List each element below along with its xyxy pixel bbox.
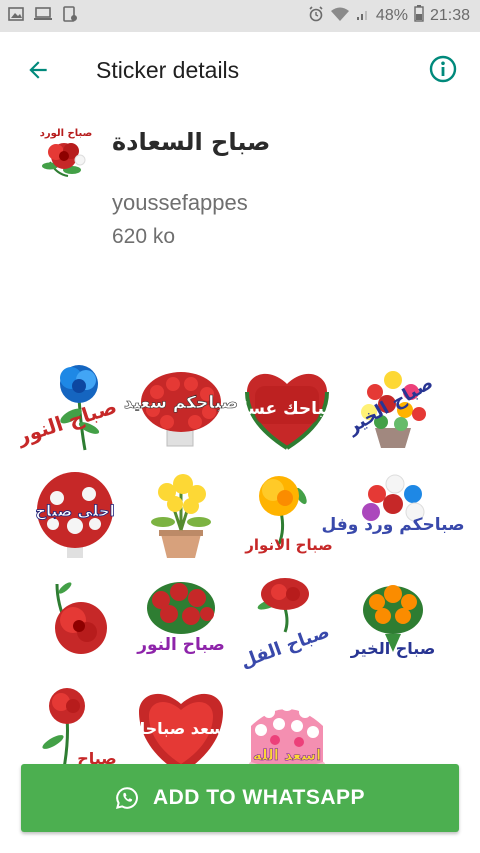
system-icons: 48% 21:38 xyxy=(308,5,470,27)
sticker-caption: صباحكم سعيد xyxy=(124,393,238,413)
pack-publisher: youssefappes xyxy=(112,190,248,215)
page-title: Sticker details xyxy=(96,57,240,83)
whatsapp-icon xyxy=(115,787,138,809)
sticker-caption: يسعد صباحك xyxy=(131,719,232,738)
sticker-item[interactable]: صباحكم سعيد xyxy=(124,352,238,460)
sticker-caption: صباح الخير xyxy=(350,639,436,658)
add-to-whatsapp-button[interactable]: ADD TO WHATSAPP xyxy=(21,764,459,832)
pack-size: 620 ko xyxy=(112,225,176,248)
sticker-caption: احلى صباح xyxy=(35,502,115,520)
arrow-back-icon xyxy=(29,61,47,79)
sticker-item[interactable]: صباح النور xyxy=(128,568,234,676)
image-icon xyxy=(8,6,24,26)
sticker-caption: صباح النور xyxy=(136,635,225,655)
signal-icon xyxy=(356,7,370,26)
wifi-icon xyxy=(330,6,350,27)
sticker-item[interactable]: صباح الخير xyxy=(340,568,446,676)
sticker-details-screen: 48% 21:38 Sticker details صباح الورد صبا… xyxy=(0,0,480,853)
alarm-icon xyxy=(308,5,324,27)
sticker-item[interactable]: صباح الخير xyxy=(340,352,446,460)
sticker-caption: صباحك عسل xyxy=(233,399,341,419)
sticker-item[interactable]: صباح الانوار xyxy=(234,460,340,568)
add-to-whatsapp-label: ADD TO WHATSAPP xyxy=(152,786,366,809)
sticker-grid: صباح النور صباحكم سعيد صباحك عسل صباح ال… xyxy=(13,352,465,784)
sticker-caption: صباحكم ورد وفل xyxy=(321,515,464,535)
back-button[interactable] xyxy=(22,54,54,86)
clock-time: 21:38 xyxy=(429,7,470,24)
rose-icon xyxy=(42,143,86,177)
pack-tray-image: صباح الورد xyxy=(36,122,96,182)
sticker-caption: صباح الانوار xyxy=(244,536,332,554)
sticker-caption: اسعد الله xyxy=(253,746,321,764)
sticker-item[interactable]: صباح النور xyxy=(13,352,128,460)
sticker-item[interactable] xyxy=(22,568,128,676)
sticker-item[interactable]: صباح الفل xyxy=(234,568,340,676)
app-bar: Sticker details xyxy=(0,32,480,108)
tray-caption: صباح الورد xyxy=(40,128,93,139)
battery-icon xyxy=(414,5,424,27)
pack-name: صباح السعادة xyxy=(112,128,271,156)
tablet-icon xyxy=(62,5,78,27)
status-bar: 48% 21:38 xyxy=(0,0,480,32)
battery-percent: 48% xyxy=(375,7,408,24)
info-button[interactable] xyxy=(428,54,460,86)
sticker-item[interactable]: صباحكم ورد وفل xyxy=(321,460,465,568)
sticker-item[interactable]: احلى صباح xyxy=(22,460,128,568)
notification-icons xyxy=(8,5,78,27)
sticker-caption: صباح النور xyxy=(13,394,119,449)
laptop-icon xyxy=(33,6,53,26)
sticker-item[interactable]: صباحك عسل xyxy=(233,352,341,460)
sticker-item[interactable] xyxy=(128,460,234,568)
info-icon xyxy=(429,55,457,83)
